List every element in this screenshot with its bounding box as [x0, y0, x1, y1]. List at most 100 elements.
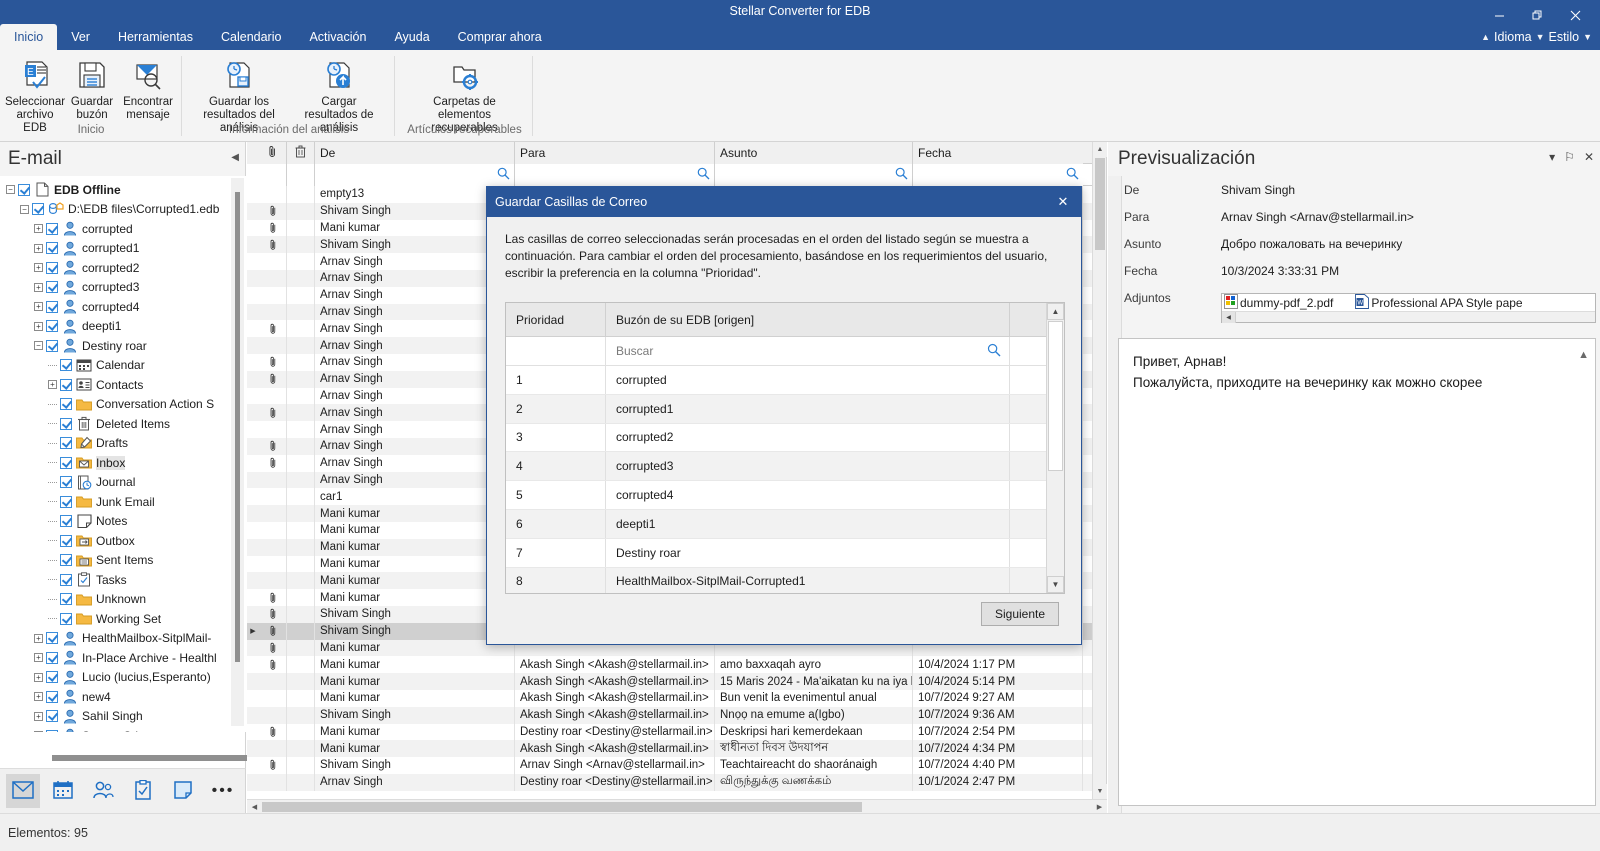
tree-node[interactable]: Working Set: [0, 609, 246, 629]
tree-node[interactable]: − Destiny roar: [0, 336, 246, 356]
row-delete-cell[interactable]: [287, 773, 315, 791]
row-delete-cell[interactable]: [287, 353, 315, 371]
tree-node-checkbox[interactable]: [46, 710, 58, 723]
tree-node[interactable]: Notes: [0, 512, 246, 532]
filter-asunto[interactable]: [715, 164, 913, 186]
row-delete-cell[interactable]: [287, 505, 315, 522]
row-delete-cell[interactable]: [287, 689, 315, 707]
tree-node-checkbox[interactable]: [46, 261, 58, 274]
row-delete-cell[interactable]: [287, 320, 315, 338]
priority-row[interactable]: 6 deepti1: [506, 509, 1046, 539]
row-delete-cell[interactable]: [287, 488, 315, 506]
attachment-item-word[interactable]: W Professional APA Style pape: [1355, 294, 1523, 312]
tree-node[interactable]: + Contacts: [0, 375, 246, 395]
expand-icon[interactable]: +: [34, 321, 43, 331]
tree-node-checkbox[interactable]: [60, 534, 72, 547]
tab-comprar-ahora[interactable]: Comprar ahora: [444, 24, 556, 50]
col-header-asunto[interactable]: Asunto: [715, 142, 913, 164]
tree-node-checkbox[interactable]: [60, 378, 72, 391]
mailbox-search-input[interactable]: Buscar: [606, 337, 1010, 365]
collapse-icon[interactable]: −: [20, 204, 29, 214]
expand-icon[interactable]: +: [34, 302, 43, 312]
row-delete-cell[interactable]: [287, 723, 315, 741]
tree-node[interactable]: Calendar: [0, 356, 246, 376]
row-delete-cell[interactable]: [287, 404, 315, 422]
priority-cell[interactable]: 2: [506, 394, 606, 423]
expand-icon[interactable]: +: [34, 224, 43, 234]
tree-node[interactable]: + Lucio (lucius,Esperanto): [0, 668, 246, 688]
tree-node[interactable]: − EDB Offline: [0, 180, 246, 200]
save-mailbox-button[interactable]: Guardar buzón: [65, 54, 119, 124]
tree-node-checkbox[interactable]: [60, 593, 72, 606]
priority-cell[interactable]: 3: [506, 423, 606, 452]
pin-icon[interactable]: ⚐: [1564, 150, 1575, 164]
nav-contacts-button[interactable]: [86, 774, 120, 808]
nav-more-button[interactable]: •••: [206, 774, 240, 808]
dialog-close-button[interactable]: ✕: [1049, 190, 1077, 213]
attachments-hscrollbar[interactable]: ◀: [1222, 311, 1595, 323]
expand-icon[interactable]: +: [34, 672, 43, 682]
tree-node[interactable]: + Saurav Srivastav: [0, 726, 246, 732]
priority-row[interactable]: 8 HealthMailbox-SitplMail-Corrupted1: [506, 567, 1046, 593]
collapse-icon[interactable]: −: [6, 185, 15, 195]
row-delete-cell[interactable]: [287, 253, 315, 270]
find-message-button[interactable]: Encontrar mensaje: [119, 54, 177, 124]
row-delete-cell[interactable]: [287, 236, 315, 254]
expand-icon[interactable]: +: [34, 263, 43, 273]
hscroll-track[interactable]: [262, 800, 1092, 813]
tree-node[interactable]: + corrupted1: [0, 239, 246, 259]
tree-node-checkbox[interactable]: [46, 300, 58, 313]
table-row[interactable]: Shivam Singh Arnav Singh <Arnav@stellarma…: [247, 757, 1093, 774]
restore-button[interactable]: [1518, 2, 1556, 28]
priority-row[interactable]: 7 Destiny roar: [506, 538, 1046, 568]
tree-node-checkbox[interactable]: [46, 632, 58, 645]
table-row[interactable]: Mani kumar Akash Singh <Akash@stellarmail…: [247, 673, 1093, 690]
table-row[interactable]: Mani kumar Akash Singh <Akash@stellarmail…: [247, 740, 1093, 758]
hscroll-thumb[interactable]: [262, 802, 862, 812]
tree-node[interactable]: Drafts: [0, 434, 246, 454]
tree-node[interactable]: − D:\EDB files\Corrupted1.edb: [0, 200, 246, 220]
scroll-up-icon[interactable]: ▲: [1093, 142, 1107, 157]
tree-node[interactable]: Junk Email: [0, 492, 246, 512]
row-delete-cell[interactable]: [287, 589, 315, 606]
tree-node-checkbox[interactable]: [60, 612, 72, 625]
attachment-item-pdf[interactable]: dummy-pdf_2.pdf: [1224, 294, 1333, 312]
filter-fecha[interactable]: [913, 164, 1083, 186]
dropdown-icon[interactable]: ▾: [1549, 150, 1555, 164]
tree-node[interactable]: Inbox: [0, 453, 246, 473]
hscroll-left-icon[interactable]: ◀: [247, 800, 262, 813]
nav-calendar-button[interactable]: [46, 774, 80, 808]
priority-cell[interactable]: 8: [506, 567, 606, 593]
priority-row[interactable]: 1 corrupted: [506, 366, 1046, 395]
row-delete-cell[interactable]: [287, 219, 315, 237]
tree-node[interactable]: + new4: [0, 687, 246, 707]
tree-node[interactable]: Outbox: [0, 531, 246, 551]
tree-node[interactable]: + corrupted: [0, 219, 246, 239]
tree-node-checkbox[interactable]: [18, 183, 30, 196]
tree-node[interactable]: + corrupted2: [0, 258, 246, 278]
tree-vertical-scrollbar[interactable]: [231, 178, 244, 726]
expand-icon[interactable]: +: [34, 633, 43, 643]
row-delete-cell[interactable]: [287, 521, 315, 539]
tree-node-checkbox[interactable]: [60, 554, 72, 567]
tree-node-checkbox[interactable]: [46, 729, 58, 732]
priority-scroll-down-icon[interactable]: ▼: [1047, 576, 1064, 593]
priority-cell[interactable]: 4: [506, 452, 606, 481]
row-delete-cell[interactable]: [287, 454, 315, 472]
tab-inicio[interactable]: Inicio: [0, 24, 58, 50]
row-delete-cell[interactable]: [287, 186, 315, 203]
expand-icon[interactable]: +: [34, 711, 43, 721]
row-delete-cell[interactable]: [287, 706, 315, 724]
row-delete-cell[interactable]: [287, 673, 315, 690]
mail-list-vertical-scrollbar[interactable]: ▲ ▼: [1092, 142, 1107, 799]
table-row[interactable]: Mani kumar Akash Singh <Akash@stellarmail…: [247, 689, 1093, 707]
row-delete-cell[interactable]: [287, 337, 315, 354]
row-delete-cell[interactable]: [287, 605, 315, 623]
expand-icon[interactable]: +: [48, 380, 57, 390]
tree-node-checkbox[interactable]: [60, 495, 72, 508]
expand-icon[interactable]: +: [34, 282, 43, 292]
tree-node-checkbox[interactable]: [46, 339, 58, 352]
col-header-fecha[interactable]: Fecha: [913, 142, 1083, 164]
tree-node[interactable]: + HealthMailbox-SitplMail-: [0, 629, 246, 649]
expand-icon[interactable]: +: [34, 692, 43, 702]
